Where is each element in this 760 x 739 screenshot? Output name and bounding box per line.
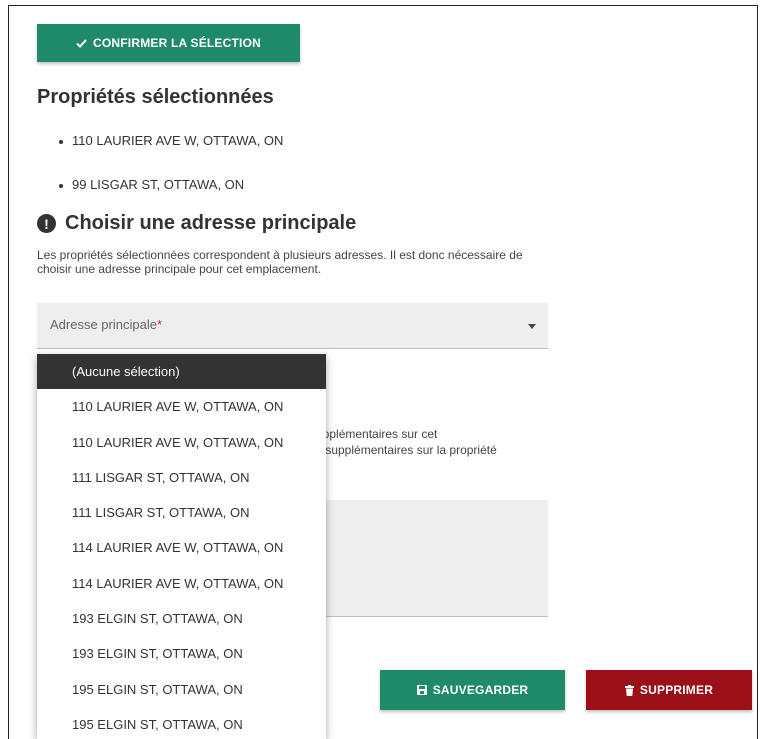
floppy-disk-icon	[416, 685, 427, 695]
save-label: SAUVEGARDER	[432, 683, 529, 697]
delete-label: SUPPRIMER	[639, 683, 714, 697]
dropdown-option[interactable]: 110 LAURIER AVE W, OTTAWA, ON	[37, 425, 326, 460]
list-item: 110 LAURIER AVE W, OTTAWA, ON	[37, 130, 283, 152]
dropdown-option[interactable]: 111 LISGAR ST, OTTAWA, ON	[37, 495, 326, 530]
additional-info-line-1: upplémentaires sur cet	[316, 427, 438, 441]
select-label-wrapper: Adresse principale*	[50, 317, 162, 332]
additional-info-line-2: s supplémentaires sur la propriété	[316, 443, 497, 457]
primary-address-description: Les propriétés sélectionnées corresponde…	[37, 248, 523, 276]
check-icon	[76, 38, 87, 48]
dropdown-option[interactable]: 195 ELGIN ST, OTTAWA, ON	[37, 707, 326, 739]
save-button[interactable]: SAUVEGARDER	[380, 670, 565, 710]
selected-properties-list: 110 LAURIER AVE W, OTTAWA, ON 99 LISGAR …	[37, 130, 283, 218]
confirm-selection-label: CONFIRMER LA SÉLECTION	[93, 36, 261, 50]
address-dropdown-menu: (Aucune sélection) 110 LAURIER AVE W, OT…	[37, 354, 326, 739]
dropdown-option[interactable]: 111 LISGAR ST, OTTAWA, ON	[37, 460, 326, 495]
frame-border-left	[8, 5, 9, 739]
dropdown-option[interactable]: 195 ELGIN ST, OTTAWA, ON	[37, 672, 326, 707]
frame-border-top	[8, 5, 758, 6]
selected-properties-title: Propriétés sélectionnées	[37, 86, 274, 108]
caret-down-icon[interactable]	[528, 324, 536, 329]
required-mark: *	[156, 317, 163, 332]
primary-address-heading: ! Choisir une adresse principale	[37, 212, 356, 235]
frame-border-right	[757, 5, 758, 739]
confirm-selection-button[interactable]: CONFIRMER LA SÉLECTION	[37, 24, 300, 62]
delete-button[interactable]: SUPPRIMER	[586, 670, 752, 710]
select-label: Adresse principale	[50, 317, 157, 332]
notes-textarea[interactable]	[316, 500, 548, 617]
list-item: 99 LISGAR ST, OTTAWA, ON	[37, 174, 283, 196]
dropdown-option[interactable]: 110 LAURIER AVE W, OTTAWA, ON	[37, 389, 326, 424]
dropdown-option-none[interactable]: (Aucune sélection)	[37, 354, 326, 390]
dropdown-option[interactable]: 114 LAURIER AVE W, OTTAWA, ON	[37, 530, 326, 565]
exclamation-circle-icon: !	[37, 214, 56, 233]
dropdown-option[interactable]: 193 ELGIN ST, OTTAWA, ON	[37, 636, 326, 671]
dropdown-option[interactable]: 114 LAURIER AVE W, OTTAWA, ON	[37, 566, 326, 601]
primary-address-title: Choisir une adresse principale	[65, 212, 357, 234]
dropdown-option[interactable]: 193 ELGIN ST, OTTAWA, ON	[37, 601, 326, 636]
additional-info-text: upplémentaires sur cet s supplémentaires…	[316, 426, 556, 458]
primary-address-select[interactable]: Adresse principale*	[37, 303, 548, 349]
trash-icon	[624, 684, 634, 696]
